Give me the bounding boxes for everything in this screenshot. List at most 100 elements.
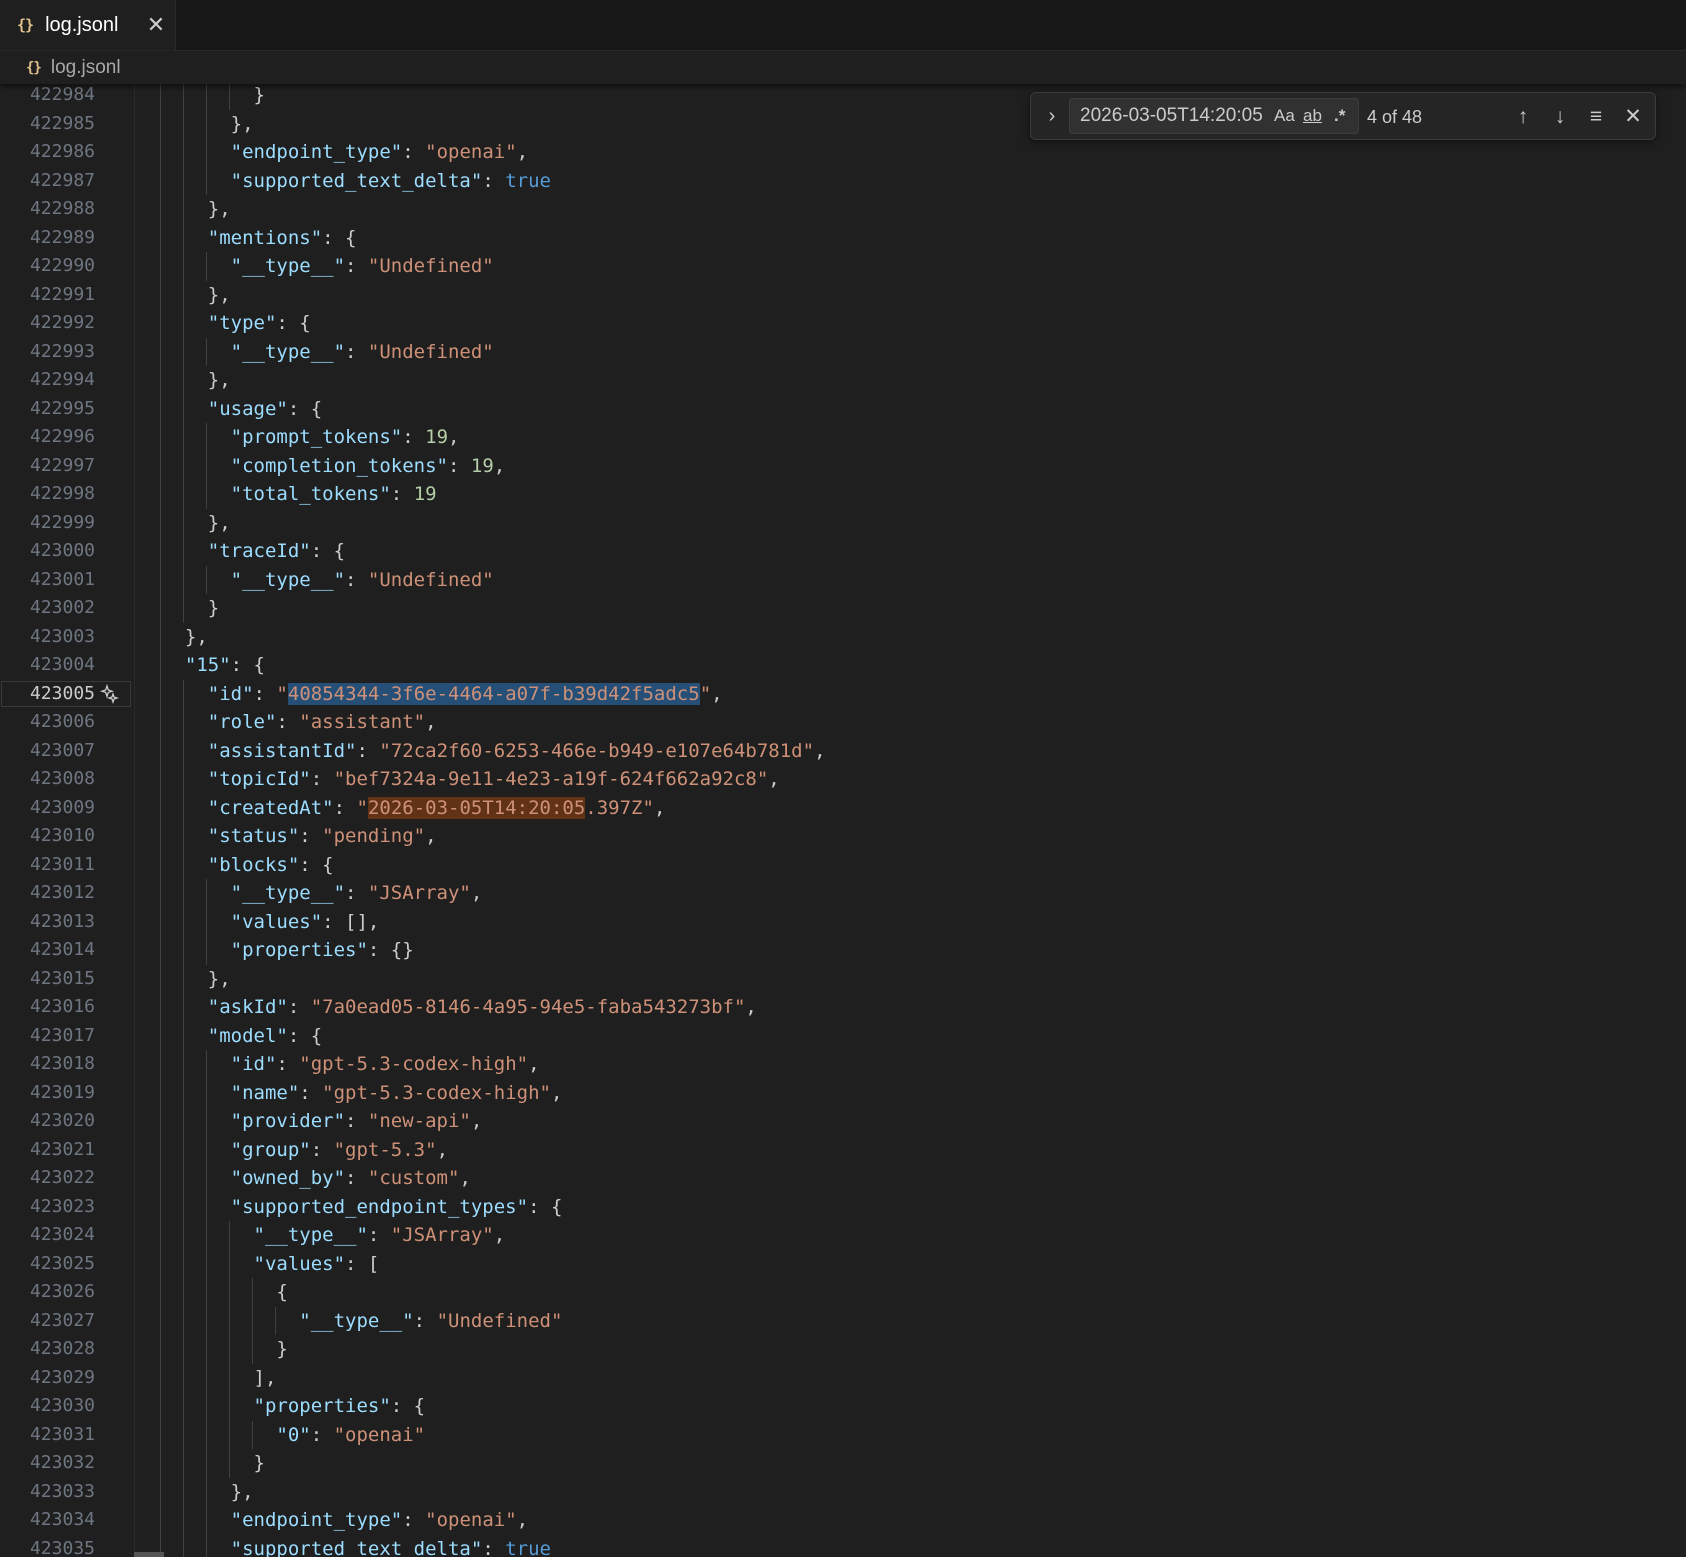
find-widget: › 2026-03-05T14:20:05 Aa ab .* 4 of 48 ↑… xyxy=(1030,92,1656,140)
code-text: "askId": "7a0ead05-8146-4a95-94e5-faba54… xyxy=(207,996,757,1018)
code-line[interactable]: 423026 { xyxy=(0,1278,1686,1307)
code-line[interactable]: 423022 "owned_by": "custom", xyxy=(0,1164,1686,1193)
code-line[interactable]: 423031 "0": "openai" xyxy=(0,1421,1686,1450)
json-braces-icon: {} xyxy=(26,59,42,76)
previous-match-arrow-up-icon[interactable]: ↑ xyxy=(1509,103,1537,131)
line-number: 423002 xyxy=(29,597,95,618)
code-line[interactable]: 423013 "values": [], xyxy=(0,908,1686,937)
code-line[interactable]: 423006 "role": "assistant", xyxy=(0,708,1686,737)
code-line[interactable]: 422988 }, xyxy=(0,195,1686,224)
code-line[interactable]: 423020 "provider": "new-api", xyxy=(0,1107,1686,1136)
code-line[interactable]: 422995 "usage": { xyxy=(0,395,1686,424)
code-line[interactable]: 423033 }, xyxy=(0,1478,1686,1507)
code-text: "__type__": "JSArray", xyxy=(253,1224,506,1246)
indent-guide xyxy=(205,879,207,965)
code-line[interactable]: 423015 }, xyxy=(0,965,1686,994)
tab-close-icon[interactable]: ✕ xyxy=(144,13,168,37)
breadcrumb-file[interactable]: log.jsonl xyxy=(51,57,121,79)
line-number: 422991 xyxy=(29,283,95,305)
code-line[interactable]: 422997 "completion_tokens": 19, xyxy=(0,452,1686,481)
code-text: "endpoint_type": "openai", xyxy=(230,141,529,163)
code-line[interactable]: 423004 "15": { xyxy=(0,651,1686,680)
code-line[interactable]: 423018 "id": "gpt-5.3-codex-high", xyxy=(0,1050,1686,1079)
code-line[interactable]: 423010 "status": "pending", xyxy=(0,822,1686,851)
code-line[interactable]: 423001 "__type__": "Undefined" xyxy=(0,566,1686,595)
code-line[interactable]: 422986 "endpoint_type": "openai", xyxy=(0,138,1686,167)
code-line[interactable]: 423005 "id": "40854344-3f6e-4464-a07f-b3… xyxy=(0,680,1686,709)
toggle-replace-chevron-icon[interactable]: › xyxy=(1041,104,1063,128)
code-text: "role": "assistant", xyxy=(207,711,437,733)
code-line[interactable]: 422993 "__type__": "Undefined" xyxy=(0,338,1686,367)
code-text: "createdAt": "2026-03-05T14:20:05.397Z", xyxy=(207,796,666,819)
code-text: "__type__": "Undefined" xyxy=(299,1309,563,1332)
line-number: 423012 xyxy=(29,882,95,903)
next-match-arrow-down-icon[interactable]: ↓ xyxy=(1546,103,1574,131)
code-line[interactable]: 423024 "__type__": "JSArray", xyxy=(0,1221,1686,1250)
code-line[interactable]: 423012 "__type__": "JSArray", xyxy=(0,879,1686,908)
close-find-icon[interactable]: ✕ xyxy=(1619,103,1647,131)
code-line[interactable]: 423021 "group": "gpt-5.3", xyxy=(0,1136,1686,1165)
copilot-sparkle-icon[interactable] xyxy=(100,683,120,704)
code-line[interactable]: 423017 "model": { xyxy=(0,1022,1686,1051)
line-number: 423023 xyxy=(29,1195,95,1217)
code-line[interactable]: 422999 }, xyxy=(0,509,1686,538)
tab-log-jsonl[interactable]: {} log.jsonl ✕ xyxy=(0,0,176,50)
line-number: 423022 xyxy=(29,1167,95,1188)
horizontal-scrollbar-thumb[interactable] xyxy=(134,1552,164,1557)
code-text: "id": "40854344-3f6e-4464-a07f-b39d42f5a… xyxy=(207,682,723,705)
code-line[interactable]: 422998 "total_tokens": 19 xyxy=(0,480,1686,509)
line-number: 422990 xyxy=(29,255,95,276)
line-number: 422984 xyxy=(29,84,95,105)
line-number: 423032 xyxy=(29,1452,95,1473)
indent-guide xyxy=(182,679,184,1557)
code-line[interactable]: 423002 } xyxy=(0,594,1686,623)
code-line[interactable]: 423008 "topicId": "bef7324a-9e11-4e23-a1… xyxy=(0,765,1686,794)
code-line[interactable]: 423016 "askId": "7a0ead05-8146-4a95-94e5… xyxy=(0,993,1686,1022)
code-text: "__type__": "Undefined" xyxy=(230,340,494,363)
code-line[interactable]: 423003 }, xyxy=(0,623,1686,652)
code-text: }, xyxy=(162,369,231,391)
code-line[interactable]: 423000 "traceId": { xyxy=(0,537,1686,566)
regex-toggle[interactable]: .* xyxy=(1334,105,1345,127)
indent-guide xyxy=(274,1306,276,1335)
code-line[interactable]: 423011 "blocks": { xyxy=(0,851,1686,880)
line-number: 423016 xyxy=(29,996,95,1017)
code-line[interactable]: 422991 }, xyxy=(0,281,1686,310)
line-number: 422997 xyxy=(29,454,95,476)
match-case-toggle[interactable]: Aa xyxy=(1274,105,1295,127)
code-text: }, xyxy=(162,511,231,534)
code-text: "15": { xyxy=(184,654,265,676)
indent-guide xyxy=(205,252,207,281)
code-line[interactable]: 422992 "type": { xyxy=(0,309,1686,338)
code-line[interactable]: 423019 "name": "gpt-5.3-codex-high", xyxy=(0,1079,1686,1108)
code-editor[interactable]: 422984 } 422985 }, 422986 "endpoint_type":… xyxy=(0,84,1686,1557)
code-text: "__type__": "JSArray", xyxy=(230,882,483,904)
indent-guide xyxy=(205,565,207,594)
code-line[interactable]: 423034 "endpoint_type": "openai", xyxy=(0,1506,1686,1535)
code-line[interactable]: 423025 "values": [ xyxy=(0,1250,1686,1279)
code-line[interactable]: 422996 "prompt_tokens": 19, xyxy=(0,423,1686,452)
find-in-selection-icon[interactable]: ≡ xyxy=(1582,103,1610,131)
code-line[interactable]: 423032 } xyxy=(0,1449,1686,1478)
whole-word-toggle[interactable]: ab xyxy=(1303,105,1322,127)
code-line[interactable]: 423014 "properties": {} xyxy=(0,936,1686,965)
find-input[interactable]: 2026-03-05T14:20:05 Aa ab .* xyxy=(1069,98,1359,134)
code-text: } xyxy=(162,597,220,619)
code-line[interactable]: 423035 "supported_text_delta": true xyxy=(0,1535,1686,1557)
code-line[interactable]: 423027 "__type__": "Undefined" xyxy=(0,1307,1686,1336)
code-line[interactable]: 423028 } xyxy=(0,1335,1686,1364)
code-text: }, xyxy=(162,112,254,135)
line-number: 423027 xyxy=(29,1309,95,1331)
code-line[interactable]: 422987 "supported_text_delta": true xyxy=(0,167,1686,196)
code-line[interactable]: 422989 "mentions": { xyxy=(0,224,1686,253)
line-number: 423006 xyxy=(29,711,95,732)
code-line[interactable]: 423007 "assistantId": "72ca2f60-6253-466… xyxy=(0,737,1686,766)
code-line[interactable]: 422994 }, xyxy=(0,366,1686,395)
code-line[interactable]: 423023 "supported_endpoint_types": { xyxy=(0,1193,1686,1222)
code-line[interactable]: 422990 "__type__": "Undefined" xyxy=(0,252,1686,281)
code-text: "0": "openai" xyxy=(276,1423,426,1446)
line-number: 423015 xyxy=(29,967,95,989)
code-line[interactable]: 423009 "createdAt": "2026-03-05T14:20:05… xyxy=(0,794,1686,823)
code-line[interactable]: 423030 "properties": { xyxy=(0,1392,1686,1421)
code-line[interactable]: 423029 ], xyxy=(0,1364,1686,1393)
